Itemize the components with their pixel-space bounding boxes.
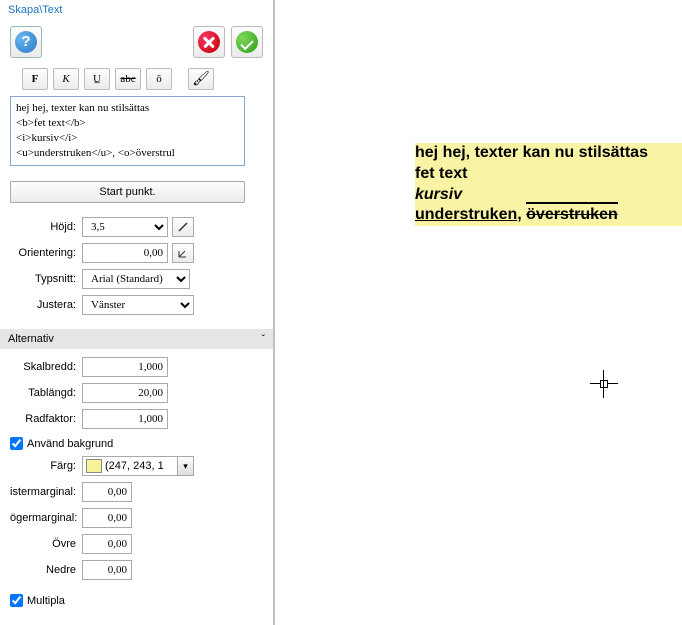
main-toolbar: ? xyxy=(0,22,273,68)
chevron-down-icon: ˇ xyxy=(262,334,265,345)
format-brush-button[interactable]: 🖌 xyxy=(188,68,214,90)
rowfactor-label: Radfaktor: xyxy=(10,413,82,425)
multiple-label: Multipla xyxy=(27,595,65,607)
justify-select[interactable]: Vänster xyxy=(82,295,194,315)
bold-button[interactable]: F xyxy=(22,68,48,90)
ok-icon xyxy=(236,31,258,53)
height-select[interactable]: 3,5 xyxy=(82,217,168,237)
brush-icon: 🖌 xyxy=(192,71,210,88)
help-button[interactable]: ? xyxy=(10,26,42,58)
color-label: Färg: xyxy=(10,460,82,472)
top-margin-input[interactable] xyxy=(82,534,132,554)
ok-button[interactable] xyxy=(231,26,263,58)
pencil-icon xyxy=(177,221,189,233)
italic-button[interactable]: K xyxy=(53,68,79,90)
alternative-section-header[interactable]: Alternativˇ xyxy=(0,329,273,349)
scalewidth-label: Skalbredd: xyxy=(10,361,82,373)
orientation-input[interactable] xyxy=(82,243,168,263)
properties-panel: Skapa\Text ? F K U̲ abc ō 🖌 Start punkt.… xyxy=(0,0,275,625)
use-background-checkbox[interactable] xyxy=(10,437,23,450)
right-margin-label: ögermarginal: xyxy=(10,512,82,524)
scalewidth-input[interactable] xyxy=(82,357,168,377)
text-preview: hej hej, texter kan nu stilsättas fet te… xyxy=(415,143,682,226)
left-margin-label: istermarginal: xyxy=(10,486,82,498)
multiple-checkbox[interactable] xyxy=(10,594,23,607)
left-margin-input[interactable] xyxy=(82,482,132,502)
justify-label: Justera: xyxy=(10,299,82,311)
start-point-button[interactable]: Start punkt. xyxy=(10,181,245,203)
top-margin-label: Övre xyxy=(10,538,82,550)
bottom-margin-label: Nedre xyxy=(10,564,82,576)
strike-button[interactable]: abc xyxy=(115,68,141,90)
tablength-input[interactable] xyxy=(82,383,168,403)
tablength-label: Tablängd: xyxy=(10,387,82,399)
angle-icon xyxy=(177,247,189,259)
orientation-label: Orientering: xyxy=(10,247,82,259)
use-background-label: Använd bakgrund xyxy=(27,438,113,450)
color-select[interactable]: (247, 243, 1 ▾ xyxy=(82,456,194,476)
font-select[interactable]: Arial (Standard) xyxy=(82,269,190,289)
cursor-crosshair-icon xyxy=(590,370,618,398)
height-pick-button[interactable] xyxy=(172,217,194,237)
font-label: Typsnitt: xyxy=(10,273,82,285)
dropdown-icon: ▾ xyxy=(177,457,193,475)
format-toolbar: F K U̲ abc ō 🖌 xyxy=(0,68,273,96)
help-icon: ? xyxy=(15,31,37,53)
overline-button[interactable]: ō xyxy=(146,68,172,90)
text-input[interactable] xyxy=(10,96,245,166)
bottom-margin-input[interactable] xyxy=(82,560,132,580)
orientation-pick-button[interactable] xyxy=(172,243,194,263)
right-margin-input[interactable] xyxy=(82,508,132,528)
cancel-button[interactable] xyxy=(193,26,225,58)
panel-title: Skapa\Text xyxy=(0,0,273,22)
height-label: Höjd: xyxy=(10,221,82,233)
drawing-canvas[interactable]: hej hej, texter kan nu stilsättas fet te… xyxy=(275,0,682,625)
color-swatch-icon xyxy=(86,459,102,473)
underline-button[interactable]: U̲ xyxy=(84,68,110,90)
cancel-icon xyxy=(198,31,220,53)
rowfactor-input[interactable] xyxy=(82,409,168,429)
